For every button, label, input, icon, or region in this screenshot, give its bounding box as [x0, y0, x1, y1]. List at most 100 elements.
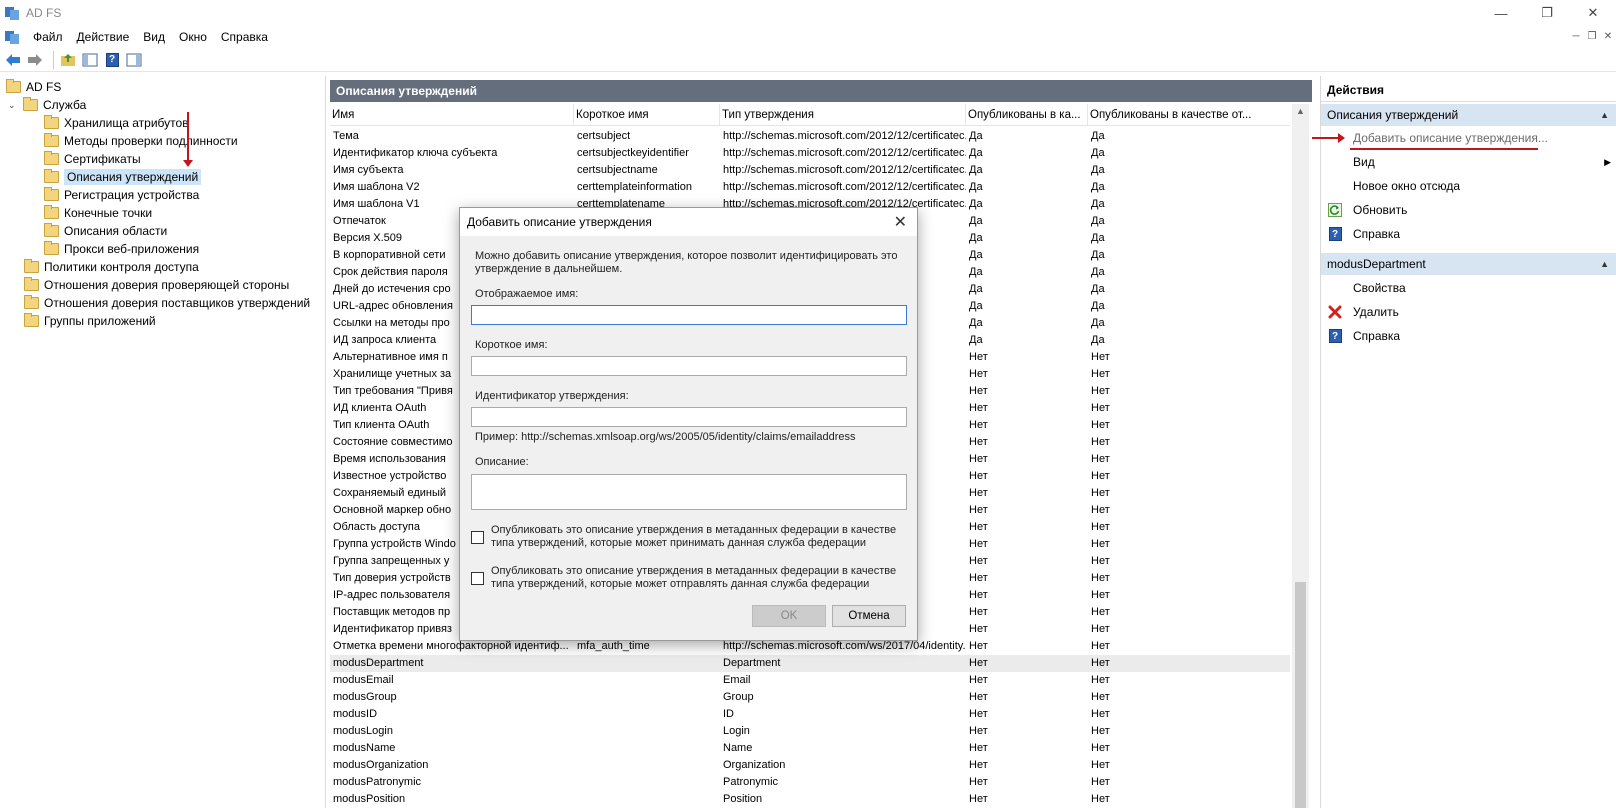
- action-help[interactable]: ? Справка: [1321, 223, 1616, 245]
- tree-item-adfs[interactable]: AD FS: [6, 78, 61, 96]
- tree-item-attribute-stores[interactable]: Хранилища атрибутов: [44, 114, 189, 132]
- tree-item-scope-descriptions[interactable]: Описания области: [44, 222, 167, 240]
- column-header-claim-type[interactable]: Тип утверждения: [720, 103, 966, 126]
- column-header-published-send[interactable]: Опубликованы в качестве от...: [1088, 104, 1268, 126]
- tree-item-certificates[interactable]: Сертификаты: [44, 150, 141, 168]
- table-cell: Нет: [1091, 453, 1110, 465]
- column-header-published-accept[interactable]: Опубликованы в ка...: [966, 103, 1088, 126]
- table-row[interactable]: Тема certsubject http://schemas.microsoft.…: [330, 128, 1290, 145]
- chevron-down-icon[interactable]: ⌄: [8, 100, 20, 111]
- window-title: AD FS: [26, 6, 62, 20]
- table-row[interactable]: Имя шаблона V2 certtemplateinformation htt…: [330, 179, 1290, 196]
- table-row[interactable]: modusID ID Нет Нет: [330, 706, 1290, 723]
- close-window-button[interactable]: ✕: [1570, 0, 1616, 26]
- publish-accept-checkbox[interactable]: [471, 531, 484, 544]
- tree-item-web-app-proxy[interactable]: Прокси веб-приложения: [44, 240, 199, 258]
- tree-item-application-groups[interactable]: Группы приложений: [24, 312, 156, 330]
- column-header-name[interactable]: Имя: [330, 103, 574, 126]
- scroll-up-icon[interactable]: ▲: [1292, 106, 1309, 116]
- show-hide-action-pane-icon[interactable]: [125, 51, 143, 69]
- actions-section-modus-department[interactable]: modusDepartment ▲: [1321, 253, 1616, 275]
- table-cell: Нет: [1091, 385, 1110, 397]
- forward-arrow-icon[interactable]: [26, 51, 44, 69]
- short-name-field[interactable]: [471, 356, 907, 376]
- publish-send-label[interactable]: Опубликовать это описание утверждения в …: [491, 565, 901, 591]
- scrollbar-thumb[interactable]: [1295, 582, 1306, 808]
- action-refresh[interactable]: Обновить: [1321, 199, 1616, 221]
- tree-item-endpoints[interactable]: Конечные точки: [44, 204, 152, 222]
- table-cell: Group: [723, 691, 754, 703]
- action-view[interactable]: Вид ▶: [1321, 151, 1616, 173]
- up-folder-icon[interactable]: [59, 51, 77, 69]
- table-row[interactable]: modusName Name Нет Нет: [330, 740, 1290, 757]
- table-cell: Нет: [969, 776, 988, 788]
- table-cell: Нет: [969, 725, 988, 737]
- action-add-claim-description[interactable]: Добавить описание утверждения...: [1321, 127, 1616, 149]
- table-row[interactable]: modusEmail Email Нет Нет: [330, 672, 1290, 689]
- folder-icon: [24, 313, 39, 327]
- annotation-underline: [1350, 148, 1538, 150]
- mdi-close-button[interactable]: ✕: [1600, 26, 1616, 46]
- table-cell: http://schemas.microsoft.com/2012/12/cer…: [723, 164, 966, 176]
- description-field[interactable]: [471, 474, 907, 510]
- dialog-close-icon[interactable]: ✕: [894, 212, 907, 232]
- tree-item-claims-provider-trusts[interactable]: Отношения доверия поставщиков утверждени…: [24, 294, 310, 312]
- table-cell: Нет: [969, 759, 988, 771]
- table-row[interactable]: modusDepartment Department Нет Нет: [330, 655, 1290, 672]
- menu-help[interactable]: Справка: [214, 30, 275, 44]
- menu-action[interactable]: Действие: [70, 30, 137, 44]
- cancel-button[interactable]: Отмена: [832, 605, 906, 627]
- display-name-input[interactable]: [472, 306, 906, 324]
- action-help-item[interactable]: ? Справка: [1321, 325, 1616, 347]
- display-name-field[interactable]: [471, 305, 907, 325]
- claim-identifier-input[interactable]: [472, 408, 906, 426]
- minimize-button[interactable]: —: [1478, 0, 1524, 26]
- collapse-caret-icon[interactable]: ▲: [1600, 259, 1609, 269]
- column-header-short-name[interactable]: Короткое имя: [574, 103, 720, 126]
- table-row[interactable]: Имя субъекта certsubjectname http://schema…: [330, 162, 1290, 179]
- table-row[interactable]: Идентификатор ключа субъекта certsubjectk…: [330, 145, 1290, 162]
- table-cell: Login: [723, 725, 750, 737]
- publish-accept-label[interactable]: Опубликовать это описание утверждения в …: [491, 524, 901, 550]
- short-name-input[interactable]: [472, 357, 906, 375]
- tree-item-device-registration[interactable]: Регистрация устройства: [44, 186, 199, 204]
- ok-button[interactable]: OK: [752, 605, 826, 627]
- table-cell: [574, 757, 720, 774]
- action-new-window[interactable]: Новое окно отсюда: [1321, 175, 1616, 197]
- menu-view[interactable]: Вид: [136, 30, 172, 44]
- maximize-button[interactable]: ❐: [1524, 0, 1570, 26]
- table-row[interactable]: modusLogin Login Нет Нет: [330, 723, 1290, 740]
- action-properties[interactable]: Свойства: [1321, 277, 1616, 299]
- folder-icon: [6, 79, 21, 93]
- table-cell: Да: [1091, 130, 1105, 142]
- table-row[interactable]: modusPosition Position Нет Нет: [330, 791, 1290, 808]
- vertical-scrollbar[interactable]: ▲: [1292, 104, 1309, 808]
- collapse-caret-icon[interactable]: ▲: [1600, 110, 1609, 120]
- delete-x-icon: [1327, 304, 1343, 320]
- show-hide-tree-icon[interactable]: [81, 51, 99, 69]
- mdi-minimize-button[interactable]: ─: [1568, 26, 1584, 46]
- tree-item-auth-methods[interactable]: Методы проверки подлинности: [44, 132, 238, 150]
- tree-item-service[interactable]: ⌄ Служба: [8, 96, 86, 114]
- back-arrow-icon[interactable]: [4, 51, 22, 69]
- action-delete[interactable]: Удалить: [1321, 301, 1616, 323]
- table-row[interactable]: modusPatronymic Patronymic Нет Нет: [330, 774, 1290, 791]
- tree-item-access-control-policies[interactable]: Политики контроля доступа: [24, 258, 199, 276]
- mdi-restore-button[interactable]: ❐: [1584, 26, 1600, 46]
- menu-window[interactable]: Окно: [172, 30, 214, 44]
- actions-section-claim-descriptions[interactable]: Описания утверждений ▲: [1321, 104, 1616, 126]
- help-toolbar-icon[interactable]: ?: [103, 51, 121, 69]
- table-cell: [574, 740, 720, 757]
- table-cell: modusPatronymic: [333, 776, 422, 788]
- table-cell: Нет: [1091, 487, 1110, 499]
- table-cell: certsubjectname: [577, 164, 658, 176]
- table-row[interactable]: modusGroup Group Нет Нет: [330, 689, 1290, 706]
- menu-file[interactable]: Файл: [26, 30, 70, 44]
- tree-item-relying-party-trusts[interactable]: Отношения доверия проверяющей стороны: [24, 276, 289, 294]
- adfs-menu-icon[interactable]: [4, 29, 20, 45]
- table-row[interactable]: modusOrganization Organization Нет Нет: [330, 757, 1290, 774]
- publish-send-checkbox[interactable]: [471, 572, 484, 585]
- table-cell: Нет: [969, 657, 988, 669]
- tree-item-claim-descriptions[interactable]: Описания утверждений: [44, 168, 202, 186]
- claim-identifier-field[interactable]: [471, 407, 907, 427]
